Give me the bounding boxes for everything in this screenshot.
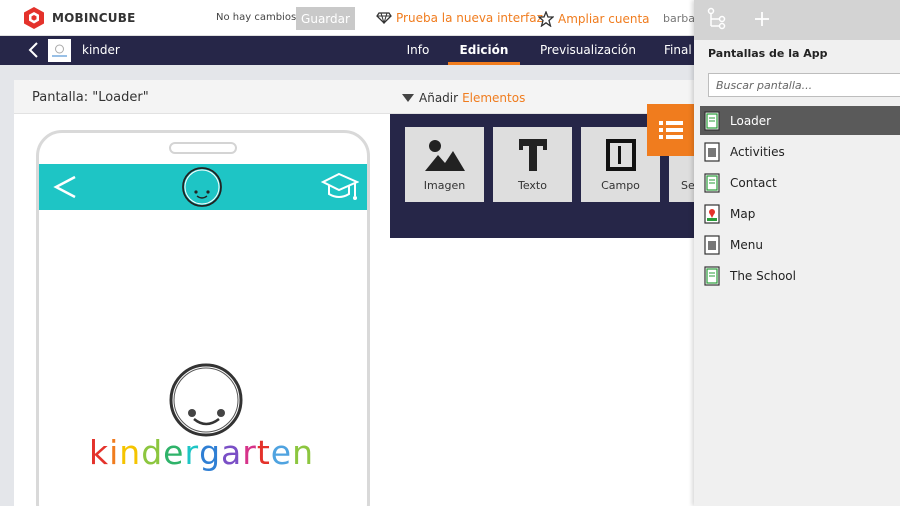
logo-letter: r [242,433,257,472]
map-page-icon [704,203,720,224]
screen-item-label: Activities [730,144,785,159]
graduation-cap-icon[interactable] [321,170,359,204]
logo-letter: i [109,433,120,472]
add-elements-toggle[interactable]: Añadir Elementos [402,91,525,105]
screen-item-loader[interactable]: Loader [700,106,900,135]
triangle-down-icon [402,94,414,102]
screen-item-menu[interactable]: Menu [700,230,900,259]
list-icon [659,121,683,139]
elements-area: Imagen Texto Campo Se [390,114,694,506]
tool-text[interactable]: Texto [493,127,572,202]
logo-letter: d [141,433,164,472]
plus-icon[interactable] [752,9,772,29]
tab-previsualizacion[interactable]: Previsualización [538,36,638,65]
field-icon [606,139,636,171]
expand-account-link[interactable]: Ampliar cuenta [538,11,650,27]
tool-text-label: Texto [518,179,547,192]
tool-image[interactable]: Imagen [405,127,484,202]
try-new-interface-label: Prueba la nueva interfaz [396,11,543,25]
try-new-interface-link[interactable]: Prueba la nueva interfaz [376,11,543,25]
loader-smiley-icon [169,363,243,437]
logo-letter: g [199,433,222,472]
tool-image-label: Imagen [423,179,466,192]
diamond-icon [376,12,392,24]
screen-item-the-school[interactable]: The School [700,261,900,290]
screen-item-contact[interactable]: Contact [700,168,900,197]
phone-preview-area: kindergarten [14,114,390,506]
logo-letter: k [89,433,110,472]
screen-item-label: Map [730,206,756,221]
screen-item-map[interactable]: Map [700,199,900,228]
editor-subheader: Pantalla: "Loader" Añadir Elementos [14,80,694,114]
screen-page-icon [704,110,720,131]
screens-panel-toolbar [694,0,900,40]
logo-letter: a [221,433,243,472]
add-elements-label: Elementos [462,91,526,105]
screens-panel-title: Pantallas de la App [708,47,828,60]
app-header-bar[interactable] [39,164,367,210]
expand-account-label: Ampliar cuenta [558,12,650,26]
screens-list-button[interactable] [647,104,695,156]
add-label: Añadir [419,91,459,105]
kindergarten-logo-text: kindergarten [89,433,314,472]
image-icon [425,140,465,171]
back-arrow-icon[interactable] [26,41,42,59]
tree-structure-icon[interactable] [707,7,727,31]
phone-frame: kindergarten [36,130,370,506]
logo-letter: n [292,433,315,472]
cube-logo-icon [24,7,44,29]
tool-partial-label: Se [681,179,694,192]
screen-item-activities[interactable]: Activities [700,137,900,166]
screen-item-label: Loader [730,113,772,128]
screen-item-label: Menu [730,237,763,252]
screen-page-icon [704,141,720,162]
app-thumbnail-icon [52,44,67,57]
logo-letter: r [184,433,200,472]
logo-letter: n [119,433,142,472]
tab-info[interactable]: Info [392,36,444,65]
current-screen-label: Pantalla: "Loader" [32,90,149,105]
logo-letter: e [163,433,185,472]
screen-page-icon [704,265,720,286]
save-button[interactable]: Guardar [296,7,355,30]
brand-logo[interactable]: MOBINCUBE [22,6,136,30]
smiley-face-icon [182,167,222,207]
star-icon [538,11,554,27]
brand-name: MOBINCUBE [52,11,136,25]
header-back-icon[interactable] [51,174,79,200]
logo-letter: t [256,433,271,472]
screen-item-label: The School [730,268,796,283]
phone-speaker [169,142,237,154]
tab-edicion[interactable]: Edición [448,36,520,65]
screen-page-icon [704,172,720,193]
screens-panel: Pantallas de la App Loader Activities Co… [694,0,900,506]
save-status: No hay cambios [216,12,297,23]
tool-field-label: Campo [601,179,640,192]
app-name: kinder [82,43,120,57]
screen-search-input[interactable] [708,73,900,97]
app-thumbnail [48,39,71,62]
logo-letter: e [270,433,293,472]
screen-page-icon [704,234,720,255]
screen-item-label: Contact [730,175,777,190]
text-icon [519,139,547,171]
